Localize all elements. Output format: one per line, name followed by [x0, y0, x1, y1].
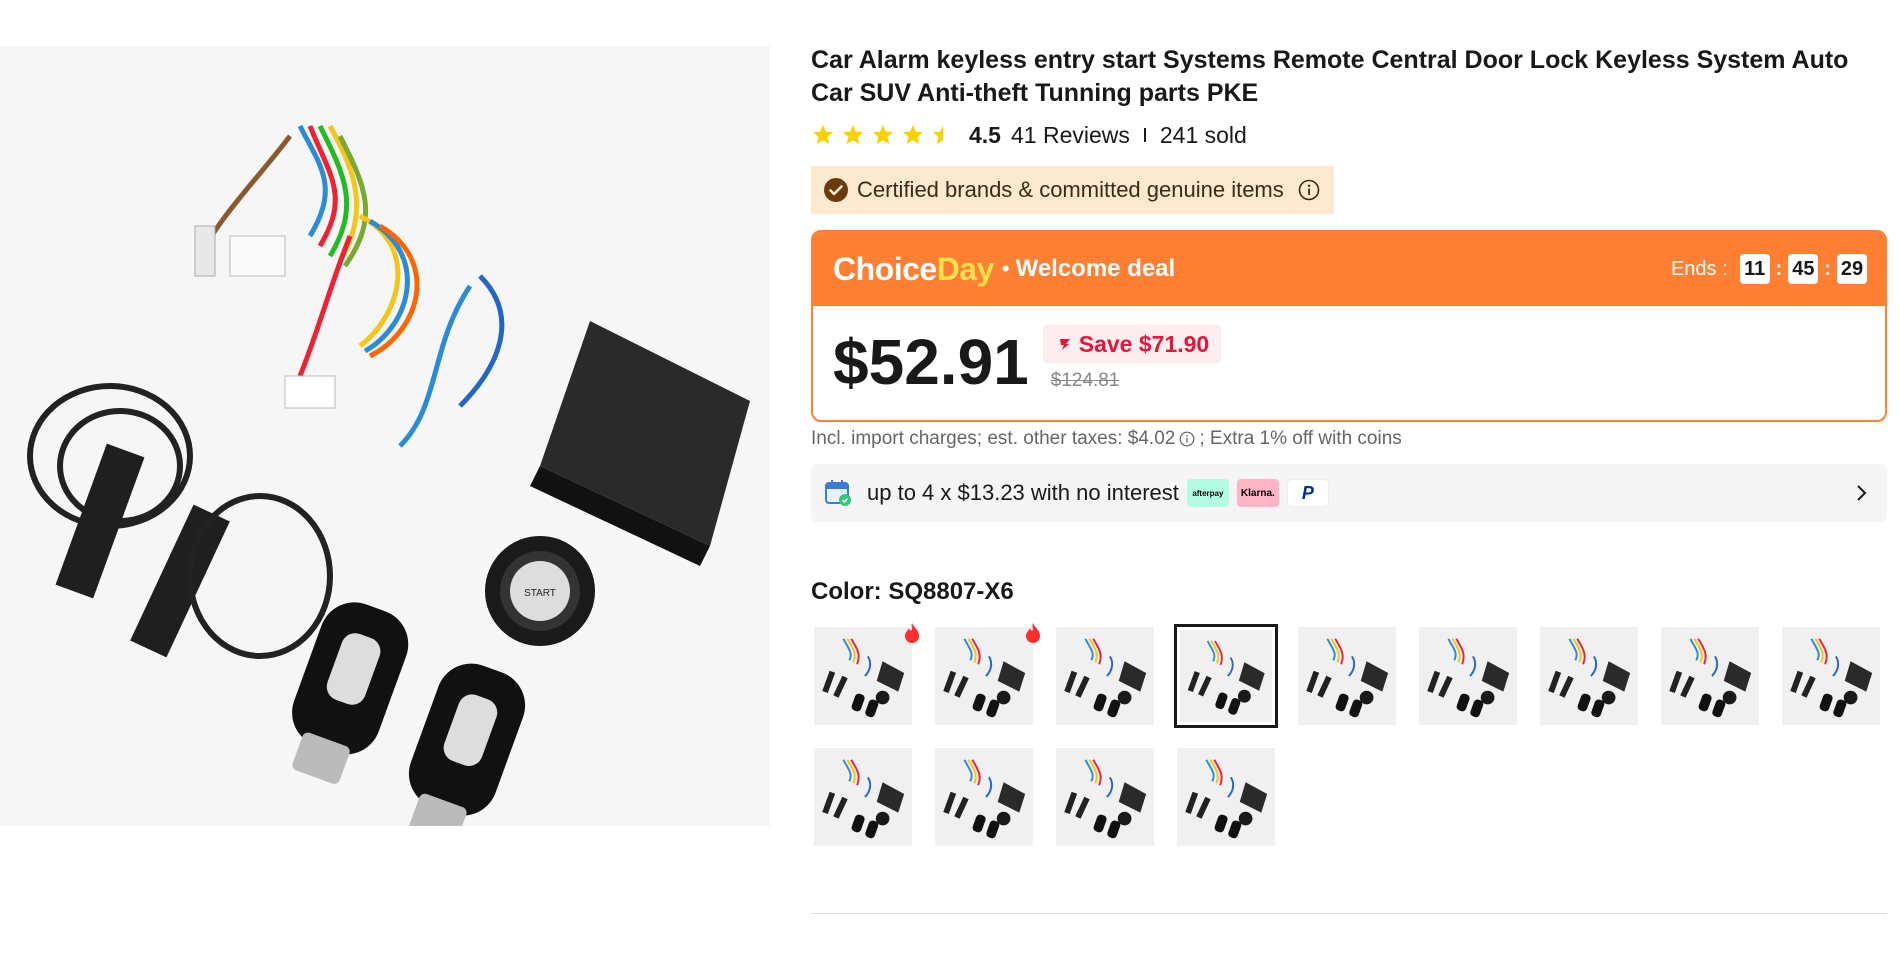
calendar-icon	[825, 480, 851, 506]
rating-row: 4.5 41 Reviews 241 sold	[811, 120, 1887, 150]
color-swatch[interactable]	[1537, 624, 1641, 728]
color-swatches	[811, 623, 1887, 849]
check-shield-icon	[824, 178, 848, 202]
installment-text: up to 4 x $13.23 with no interest	[867, 480, 1179, 505]
reviews-link[interactable]: 41 Reviews	[1011, 122, 1130, 149]
swatch-thumbnail	[1056, 748, 1154, 846]
half-star-icon	[933, 125, 953, 144]
deal-dot: •	[1001, 256, 1010, 281]
timer-minutes: 45	[1788, 254, 1819, 284]
paypal-logo: P	[1286, 479, 1329, 507]
info-icon[interactable]	[1298, 179, 1320, 201]
product-title: Car Alarm keyless entry start Systems Re…	[811, 46, 1849, 107]
deal-box: Choice Day • Welcome deal Ends : 11 : 45 …	[811, 230, 1887, 422]
tax-info-row: Incl. import charges; est. other taxes: …	[811, 428, 1887, 450]
choice-day-logo-part2: Day	[936, 250, 995, 287]
swatch-thumbnail	[935, 627, 1033, 725]
swatch-thumbnail	[1661, 627, 1759, 725]
star-rating[interactable]	[811, 123, 955, 147]
color-swatch[interactable]	[932, 623, 1040, 728]
star-icon	[813, 125, 833, 144]
certified-banner[interactable]: Certified brands & committed genuine ite…	[811, 166, 1334, 214]
sold-count: 241 sold	[1159, 121, 1247, 148]
swatch-thumbnail	[1056, 627, 1154, 725]
swatch-thumbnail	[1419, 627, 1517, 725]
divider	[1143, 128, 1146, 142]
product-info: Car Alarm keyless entry start Systems Re…	[811, 44, 1887, 849]
swatch-thumbnail	[1180, 630, 1272, 722]
discount-arrow-icon	[1059, 339, 1070, 350]
current-price: $52.91	[833, 326, 1029, 398]
color-swatch[interactable]	[1779, 624, 1883, 728]
color-swatch[interactable]	[811, 623, 919, 728]
color-label: Color: SQ8807-X6	[811, 578, 1014, 605]
color-swatch[interactable]	[1053, 624, 1157, 728]
savings: Save $71.90 $124.81	[1042, 324, 1222, 392]
star-icon	[903, 125, 923, 144]
hot-flame-icon	[1026, 623, 1040, 643]
original-price: $124.81	[1050, 370, 1120, 391]
certified-text: Certified brands & committed genuine ite…	[857, 177, 1284, 202]
ends-label: Ends :	[1670, 257, 1728, 280]
swatch-thumbnail	[1298, 627, 1396, 725]
product-photo: START	[0, 46, 770, 826]
save-amount: Save $71.90	[1078, 330, 1210, 357]
chevron-right-icon[interactable]	[1851, 483, 1871, 503]
hot-flame-icon	[905, 623, 919, 643]
main-product-image[interactable]: START	[0, 46, 770, 826]
swatch-thumbnail	[814, 748, 912, 846]
info-icon[interactable]	[1179, 431, 1195, 447]
svg-text:START: START	[524, 588, 556, 599]
deal-header: Choice Day • Welcome deal Ends : 11 : 45 …	[813, 232, 1885, 306]
swatch-thumbnail	[1782, 627, 1880, 725]
color-swatch[interactable]	[1658, 624, 1762, 728]
timer-separator: :	[1824, 257, 1831, 280]
swatch-thumbnail	[935, 748, 1033, 846]
installment-row[interactable]: up to 4 x $13.23 with no interest afterp…	[811, 464, 1887, 522]
deal-price-area: $52.91 Save $71.90 $124.81	[813, 306, 1885, 420]
star-icon	[873, 125, 893, 144]
color-swatch[interactable]	[1053, 745, 1157, 849]
timer-hours: 11	[1739, 254, 1770, 284]
coins-text: ; Extra 1% off with coins	[1199, 428, 1402, 449]
color-swatch[interactable]	[1295, 624, 1399, 728]
timer-seconds: 29	[1837, 254, 1867, 284]
star-icon	[843, 125, 863, 144]
afterpay-logo: afterpay	[1186, 479, 1229, 507]
swatch-thumbnail	[1177, 748, 1275, 846]
swatch-thumbnail	[814, 627, 912, 725]
color-swatch[interactable]	[1174, 745, 1278, 849]
color-swatch[interactable]	[932, 745, 1036, 849]
save-badge: Save $71.90	[1042, 324, 1222, 364]
choice-day-logo-part1: Choice	[833, 250, 937, 287]
color-swatch[interactable]	[1174, 624, 1278, 728]
color-swatch[interactable]	[811, 745, 915, 849]
rating-value: 4.5	[969, 121, 1001, 148]
color-swatch[interactable]	[1416, 624, 1520, 728]
swatch-thumbnail	[1540, 627, 1638, 725]
tax-text: Incl. import charges; est. other taxes: …	[811, 428, 1176, 449]
deal-subtitle: Welcome deal	[1015, 255, 1176, 282]
section-divider	[811, 913, 1887, 914]
timer-separator: :	[1775, 257, 1783, 280]
countdown-timer: Ends : 11 : 45 : 29	[1671, 254, 1867, 284]
klarna-logo: Klarna.	[1236, 479, 1279, 507]
